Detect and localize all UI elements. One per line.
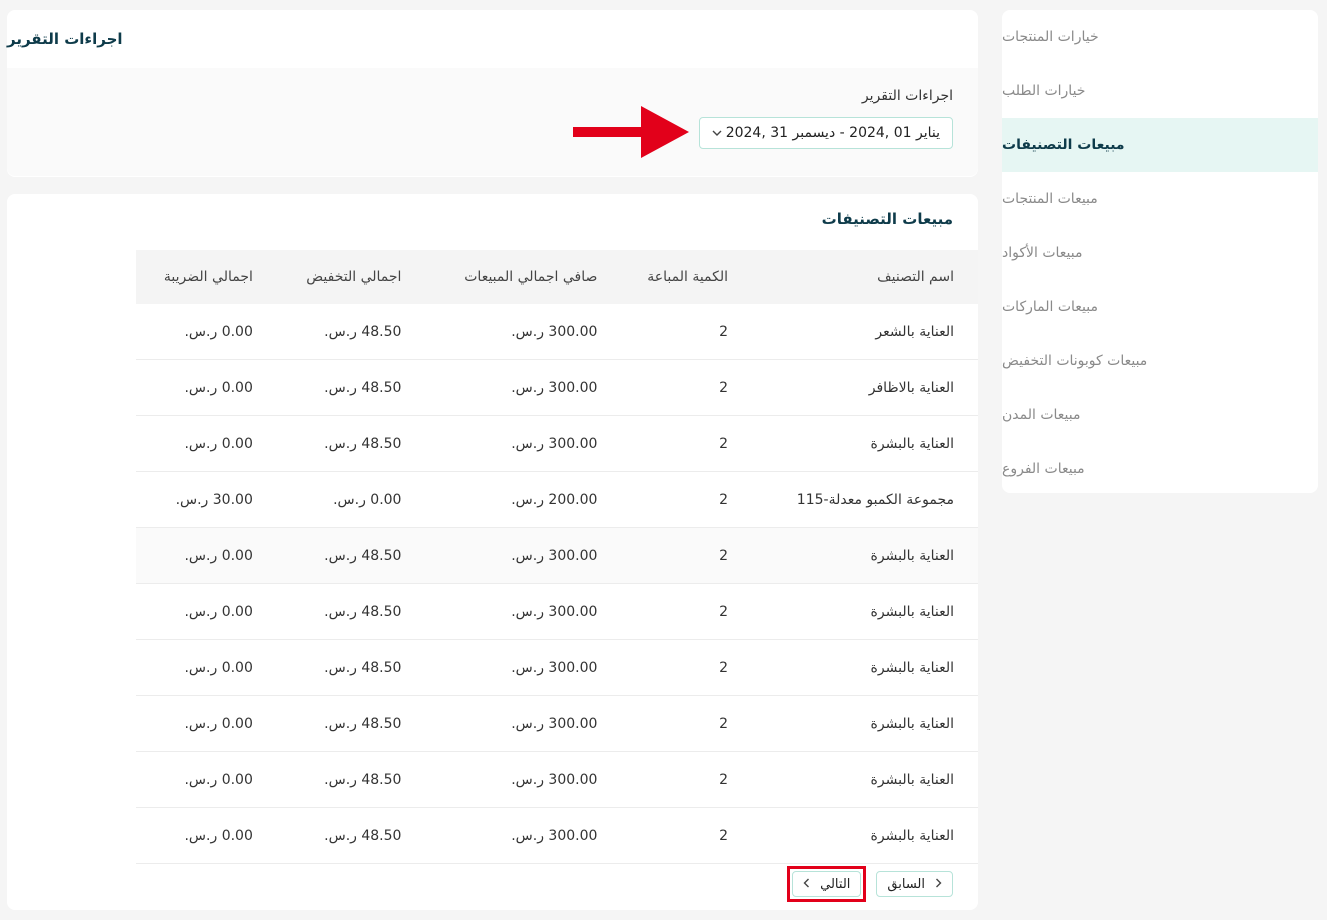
arrow-right-icon [573, 106, 689, 162]
table-row: العناية بالبشرة 2 300.00 ر.س. 48.50 ر.س.… [136, 527, 978, 584]
reports-sidebar: خيارات المنتجات خيارات الطلب مبيعات التص… [1002, 10, 1318, 493]
quantity-cell: 2 [621, 304, 753, 360]
category-sales-card: مبيعات التصنيفات اسم التصنيف الكمية المب… [7, 194, 978, 910]
report-actions-title: اجراءات التقرير [7, 30, 123, 48]
sidebar-item-coupon-sales[interactable]: مبيعات كوبونات التخفيض [1002, 334, 1318, 388]
net-sales-cell: 300.00 ر.س. [425, 695, 622, 752]
table-row: العناية بالبشرة 2 300.00 ر.س. 48.50 ر.س.… [136, 807, 978, 864]
quantity-cell: 2 [621, 639, 753, 696]
next-page-highlight: التالي [787, 866, 867, 902]
discount-cell: 48.50 ر.س. [276, 807, 426, 864]
quantity-cell: 2 [621, 751, 753, 808]
table-row: العناية بالبشرة 2 300.00 ر.س. 48.50 ر.س.… [136, 695, 978, 752]
sidebar-item-order-options[interactable]: خيارات الطلب [1002, 64, 1318, 118]
net-sales-cell: 300.00 ر.س. [425, 583, 622, 640]
discount-cell: 48.50 ر.س. [276, 751, 426, 808]
quantity-cell: 2 [621, 807, 753, 864]
report-actions-card: اجراءات التقرير اجراءات التقرير يناير 01… [7, 10, 978, 177]
category-name-cell: العناية بالبشرة [752, 751, 978, 808]
column-header-category-name: اسم التصنيف [752, 250, 978, 304]
discount-cell: 48.50 ر.س. [276, 527, 426, 584]
tax-cell: 0.00 ر.س. [136, 639, 277, 696]
category-sales-title: مبيعات التصنيفات [821, 210, 953, 228]
table-row: مجموعة الكمبو معدلة-115 2 200.00 ر.س. 0.… [136, 471, 978, 528]
table-row: العناية بالبشرة 2 300.00 ر.س. 48.50 ر.س.… [136, 751, 978, 808]
tax-cell: 0.00 ر.س. [136, 527, 277, 584]
category-name-cell: العناية بالبشرة [752, 527, 978, 584]
chevron-right-icon [935, 877, 942, 892]
quantity-cell: 2 [621, 415, 753, 472]
net-sales-cell: 300.00 ر.س. [425, 751, 622, 808]
category-name-cell: العناية بالبشرة [752, 639, 978, 696]
column-header-total-discount: اجمالي التخفيض [276, 250, 426, 304]
report-actions-body: اجراءات التقرير يناير 01 ,2024 - ديسمبر … [7, 68, 978, 176]
discount-cell: 48.50 ر.س. [276, 695, 426, 752]
tax-cell: 0.00 ر.س. [136, 359, 277, 416]
quantity-cell: 2 [621, 471, 753, 528]
previous-page-label: السابق [887, 876, 925, 892]
tax-cell: 0.00 ر.س. [136, 751, 277, 808]
category-name-cell: مجموعة الكمبو معدلة-115 [752, 471, 978, 528]
table-row: العناية بالبشرة 2 300.00 ر.س. 48.50 ر.س.… [136, 639, 978, 696]
net-sales-cell: 300.00 ر.س. [425, 807, 622, 864]
sidebar-item-code-sales[interactable]: مبيعات الأكواد [1002, 226, 1318, 280]
category-name-cell: العناية بالشعر [752, 304, 978, 360]
category-name-cell: العناية بالبشرة [752, 583, 978, 640]
sidebar-item-branch-sales[interactable]: مبيعات الفروع [1002, 442, 1318, 496]
quantity-cell: 2 [621, 695, 753, 752]
table-row: العناية بالبشرة 2 300.00 ر.س. 48.50 ر.س.… [136, 583, 978, 640]
chevron-down-icon [712, 126, 722, 140]
net-sales-cell: 300.00 ر.س. [425, 415, 622, 472]
discount-cell: 48.50 ر.س. [276, 639, 426, 696]
pagination: السابق التالي [787, 866, 953, 902]
table-row: العناية بالشعر 2 300.00 ر.س. 48.50 ر.س. … [136, 304, 978, 360]
sidebar-item-city-sales[interactable]: مبيعات المدن [1002, 388, 1318, 442]
sidebar-item-category-sales[interactable]: مبيعات التصنيفات [1002, 118, 1318, 172]
column-header-quantity-sold: الكمية المباعة [621, 250, 753, 304]
net-sales-cell: 300.00 ر.س. [425, 527, 622, 584]
sidebar-item-brand-sales[interactable]: مبيعات الماركات [1002, 280, 1318, 334]
quantity-cell: 2 [621, 583, 753, 640]
sidebar-item-product-sales[interactable]: مبيعات المنتجات [1002, 172, 1318, 226]
quantity-cell: 2 [621, 359, 753, 416]
discount-cell: 48.50 ر.س. [276, 415, 426, 472]
tax-cell: 0.00 ر.س. [136, 807, 277, 864]
table-row: العناية بالاظافر 2 300.00 ر.س. 48.50 ر.س… [136, 359, 978, 416]
tax-cell: 0.00 ر.س. [136, 583, 277, 640]
discount-cell: 48.50 ر.س. [276, 359, 426, 416]
tax-cell: 0.00 ر.س. [136, 695, 277, 752]
column-header-net-sales: صافي اجمالي المبيعات [425, 250, 622, 304]
tax-cell: 0.00 ر.س. [136, 415, 277, 472]
tax-cell: 0.00 ر.س. [136, 304, 277, 360]
date-range-value: يناير 01 ,2024 - ديسمبر 31 ,2024 [725, 125, 940, 141]
next-page-button[interactable]: التالي [792, 871, 862, 897]
sidebar-item-product-options[interactable]: خيارات المنتجات [1002, 10, 1318, 64]
category-name-cell: العناية بالبشرة [752, 415, 978, 472]
net-sales-cell: 300.00 ر.س. [425, 639, 622, 696]
date-range-select[interactable]: يناير 01 ,2024 - ديسمبر 31 ,2024 [699, 117, 953, 149]
category-name-cell: العناية بالبشرة [752, 695, 978, 752]
table-row: العناية بالبشرة 2 300.00 ر.س. 48.50 ر.س.… [136, 415, 978, 472]
chevron-left-icon [803, 877, 810, 892]
category-sales-table: اسم التصنيف الكمية المباعة صافي اجمالي ا… [136, 250, 978, 864]
discount-cell: 48.50 ر.س. [276, 583, 426, 640]
previous-page-button[interactable]: السابق [876, 871, 953, 897]
net-sales-cell: 300.00 ر.س. [425, 304, 622, 360]
category-name-cell: العناية بالاظافر [752, 359, 978, 416]
net-sales-cell: 200.00 ر.س. [425, 471, 622, 528]
category-name-cell: العناية بالبشرة [752, 807, 978, 864]
next-page-label: التالي [820, 876, 851, 892]
date-range-label: اجراءات التقرير [861, 88, 953, 104]
tax-cell: 30.00 ر.س. [136, 471, 277, 528]
table-header-row: اسم التصنيف الكمية المباعة صافي اجمالي ا… [136, 250, 978, 304]
column-header-total-tax: اجمالي الضريبة [136, 250, 277, 304]
net-sales-cell: 300.00 ر.س. [425, 359, 622, 416]
discount-cell: 0.00 ر.س. [276, 471, 426, 528]
quantity-cell: 2 [621, 527, 753, 584]
discount-cell: 48.50 ر.س. [276, 304, 426, 360]
